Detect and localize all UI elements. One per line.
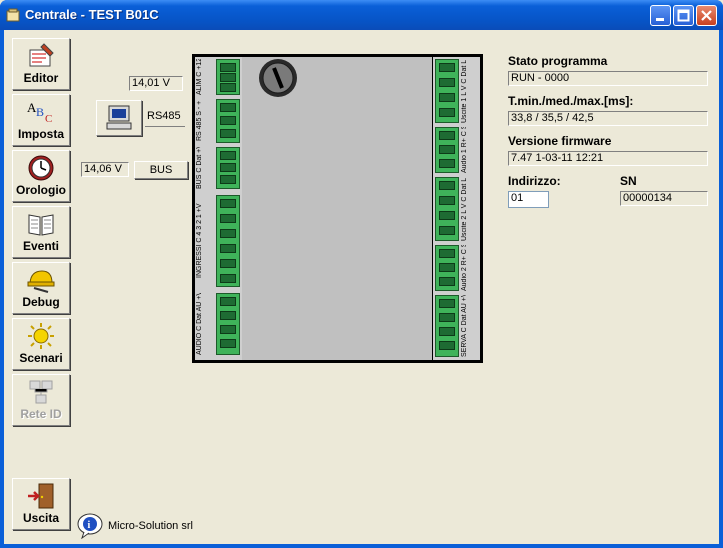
eventi-button[interactable]: Eventi [12, 206, 70, 258]
stato-programma-value: RUN - 0000 [508, 71, 708, 86]
company-name: Micro-Solution srl [108, 520, 193, 532]
indirizzo-input[interactable]: 01 [508, 191, 549, 208]
left-terminal-strip: ALIM C +12V RS 485 S - + BUS C Dat +V IN… [195, 57, 242, 360]
network-icon [29, 380, 53, 404]
uscite2-connector [435, 177, 459, 241]
serva-label: SERVA C Dat AU +VS [461, 295, 468, 357]
debug-label: Debug [22, 295, 60, 309]
rs485-label: RS485 [147, 110, 181, 122]
bus-voltage: 14,06 V [81, 162, 129, 177]
bus-connector [216, 147, 240, 189]
uscite1-connector [435, 59, 459, 123]
application-window: Centrale - TEST B01C Editor A B C Impost… [0, 0, 723, 548]
bus-terminal-label: BUS C Dat +V [196, 147, 203, 189]
uscite2-label: Uscite 2 L V C Dat L R [461, 177, 468, 241]
uscite1-label: Uscite 1 L V C Dat L R [461, 59, 468, 123]
editor-label: Editor [23, 71, 59, 85]
ingressi-label: INGRESSI C 4 3 2 1 +V [196, 203, 203, 279]
rete-id-button[interactable]: Rete ID [12, 374, 70, 426]
info-icon[interactable]: i [76, 513, 104, 539]
stato-programma-label: Stato programma [508, 54, 608, 68]
screw-icon [259, 59, 297, 97]
maximize-icon [677, 9, 690, 22]
rete-id-label: Rete ID [20, 407, 62, 421]
maximize-button[interactable] [673, 5, 694, 26]
audio1-connector [435, 127, 459, 173]
svg-text:B: B [36, 105, 44, 119]
firmware-label: Versione firmware [508, 134, 612, 148]
audio2-connector [435, 245, 459, 291]
serva-connector [435, 295, 459, 357]
uscita-button[interactable]: Uscita [12, 478, 70, 530]
imposta-button[interactable]: A B C Imposta [12, 94, 70, 146]
audio-connector [216, 293, 240, 355]
sn-value: 00000134 [620, 191, 708, 206]
window-title: Centrale - TEST B01C [25, 7, 159, 22]
computer-icon [106, 105, 132, 130]
app-icon [6, 8, 20, 22]
scenari-button[interactable]: Scenari [12, 318, 70, 370]
central-unit-board: ALIM C +12V RS 485 S - + BUS C Dat +V IN… [192, 54, 483, 363]
orologio-label: Orologio [16, 183, 66, 197]
right-terminal-strip: Uscite 1 L V C Dat L R Audio 1 R+ C SPK … [433, 57, 480, 360]
editor-button[interactable]: Editor [12, 38, 70, 90]
exit-door-icon [28, 483, 54, 509]
audio2-label: Audio 2 R+ C SPK R- [461, 245, 468, 291]
rs485-underline [145, 126, 185, 127]
close-button[interactable] [696, 5, 717, 26]
firmware-value: 7.47 1-03-11 12:21 [508, 151, 708, 166]
minimize-icon [656, 18, 664, 21]
rs485-voltage: 14,01 V [129, 76, 183, 91]
ingressi-connector [216, 195, 240, 287]
title-bar[interactable]: Centrale - TEST B01C [0, 0, 723, 30]
book-icon [28, 214, 54, 236]
svg-text:C: C [45, 113, 52, 125]
alim-connector [216, 59, 240, 95]
sn-label: SN [620, 174, 637, 188]
audio1-label: Audio 1 R+ C SPK R- [461, 127, 468, 173]
uscita-label: Uscita [22, 511, 60, 525]
minimize-button[interactable] [650, 5, 671, 26]
orologio-button[interactable]: Orologio [12, 150, 70, 202]
rs485-terminal-label: RS 485 S - + [196, 100, 203, 142]
bus-button[interactable]: BUS [134, 161, 188, 179]
editor-icon [29, 43, 54, 67]
eventi-label: Eventi [22, 239, 59, 253]
clock-icon [28, 155, 54, 181]
audio-label: AUDIO C Dat AU +V [196, 293, 203, 355]
connect-computer-button[interactable] [96, 100, 142, 136]
abc-icon: A B C [27, 100, 52, 125]
client-area: Editor A B C Imposta Orologio Eventi Deb… [4, 30, 719, 544]
svg-text:i: i [88, 520, 91, 531]
rs485-connector [216, 99, 240, 143]
alim-label: ALIM C +12V [196, 59, 203, 95]
indirizzo-label: Indirizzo: [508, 174, 561, 188]
tmin-label: T.min./med./max.[ms]: [508, 94, 634, 108]
close-icon [701, 10, 712, 21]
tmin-value: 33,8 / 35,5 / 42,5 [508, 111, 708, 126]
imposta-label: Imposta [17, 127, 64, 141]
scenari-label: Scenari [19, 351, 63, 365]
debug-button[interactable]: Debug [12, 262, 70, 314]
board-panel [242, 57, 432, 360]
sun-icon [28, 323, 54, 349]
hardhat-icon [27, 270, 55, 293]
